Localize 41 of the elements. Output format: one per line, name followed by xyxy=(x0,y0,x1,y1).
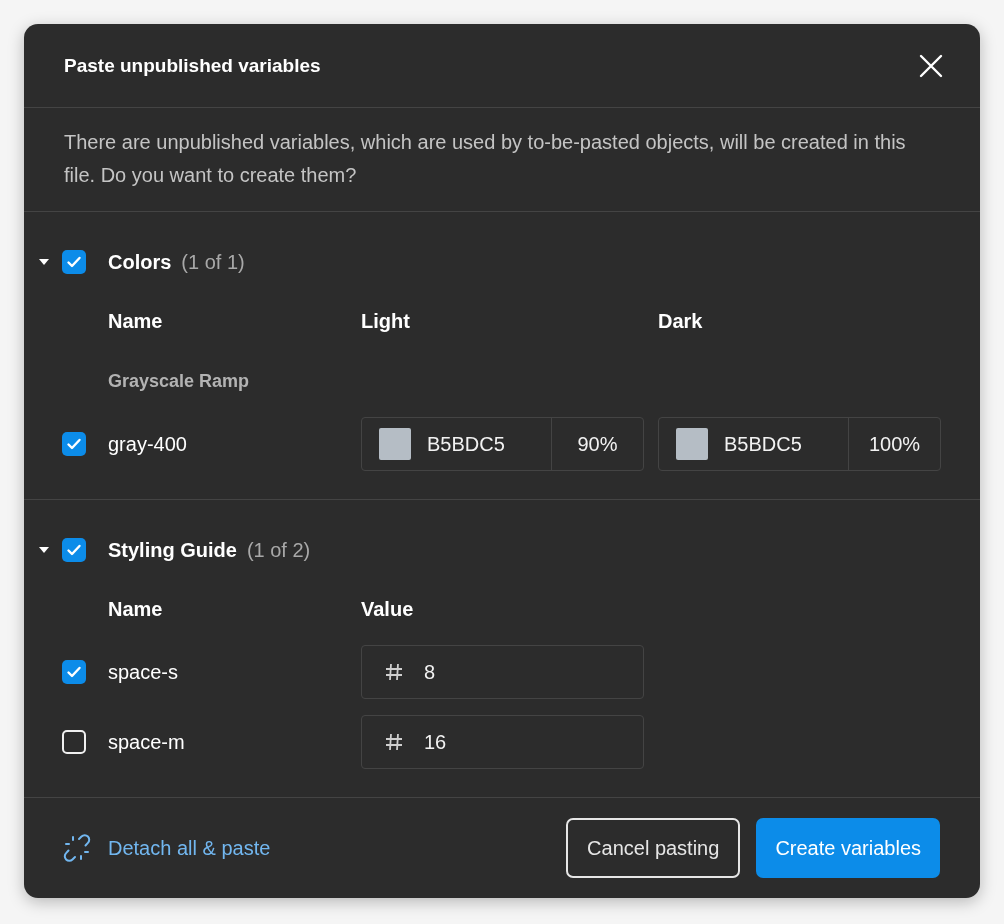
hash-icon xyxy=(384,662,404,682)
variable-name: space-m xyxy=(108,730,185,753)
checkbox[interactable] xyxy=(62,660,86,684)
group-count: (1 of 1) xyxy=(181,250,245,274)
color-value-field[interactable]: B5BDC5 90% xyxy=(361,417,644,471)
column-header: Light xyxy=(361,309,410,332)
color-swatch-icon xyxy=(676,428,708,460)
opacity-value: 90% xyxy=(577,432,618,456)
group-title: Colors xyxy=(108,250,172,274)
caret-down-icon[interactable] xyxy=(38,546,50,554)
number-value-field[interactable]: 16 xyxy=(361,715,644,769)
dialog-title: Paste unpublished variables xyxy=(64,54,321,77)
number-value: 16 xyxy=(424,730,447,754)
variable-group-label: Grayscale Ramp xyxy=(108,370,250,392)
caret-down-icon[interactable] xyxy=(38,258,50,266)
cancel-button[interactable]: Cancel pasting xyxy=(566,818,741,878)
opacity-value: 100% xyxy=(868,432,921,456)
checkbox[interactable] xyxy=(62,432,86,456)
color-value-field[interactable]: B5BDC5 100% xyxy=(658,417,941,471)
variable-name: space-s xyxy=(108,660,179,683)
create-button[interactable]: Create variables xyxy=(756,818,940,878)
checkbox[interactable] xyxy=(62,538,86,562)
column-header: Dark xyxy=(658,309,703,332)
color-swatch-icon xyxy=(379,428,411,460)
dialog-description: There are unpublished variables, which are used by to-be-pasted objects, will be created in this file. Do you want to create them? xyxy=(24,108,980,212)
column-header: Name xyxy=(108,597,163,620)
checkbox[interactable] xyxy=(62,730,86,754)
number-value: 8 xyxy=(424,660,436,684)
hash-icon xyxy=(384,732,404,752)
number-value-field[interactable]: 8 xyxy=(361,645,644,699)
checkbox[interactable] xyxy=(62,250,86,274)
variable-name: gray-400 xyxy=(108,432,187,455)
column-header: Name xyxy=(108,309,163,332)
broken-link-icon[interactable] xyxy=(62,833,92,863)
group-count: (1 of 2) xyxy=(246,538,311,562)
hex-value: B5BDC5 xyxy=(427,432,505,456)
close-icon[interactable] xyxy=(918,52,944,79)
column-header: Value xyxy=(361,597,414,620)
hex-value: B5BDC5 xyxy=(724,432,802,456)
detach-link[interactable]: Detach all & paste xyxy=(108,836,271,860)
group-title: Styling Guide xyxy=(108,538,237,562)
